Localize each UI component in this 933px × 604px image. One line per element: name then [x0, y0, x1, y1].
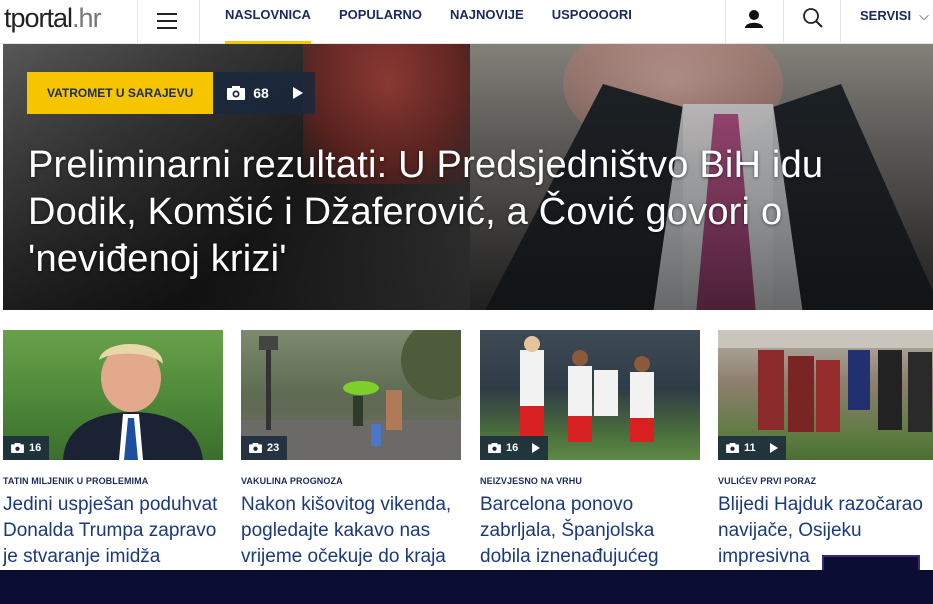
- site-header: tportal.hr NASLOVNICA POPULARNO NAJNOVIJ…: [0, 0, 933, 44]
- article-card[interactable]: 16 NEIZVJESNO NA VRHU Barcelona ponovo z…: [480, 330, 700, 570]
- article-thumbnail[interactable]: 16: [3, 330, 223, 460]
- logo-suffix: .hr: [72, 3, 101, 33]
- gallery-badge: 11: [718, 436, 786, 460]
- article-card[interactable]: 11 VULIĆEV PRVI PORAZ Blijedi Hajduk raz…: [718, 330, 933, 570]
- gallery-count: 16: [29, 442, 42, 454]
- article-kicker: NEIZVJESNO NA VRHU: [480, 476, 582, 486]
- gallery-badge: 23: [241, 436, 288, 460]
- chevron-down-icon: ⌵: [919, 8, 929, 23]
- play-icon: [292, 87, 303, 99]
- hero-tagbar: VATROMET U SARAJEVU 68: [27, 72, 315, 114]
- gallery-badge[interactable]: 68: [213, 72, 315, 114]
- article-card[interactable]: 23 VAKULINA PROGNOZA Nakon kišovitog vik…: [241, 330, 461, 570]
- bottom-banner[interactable]: [0, 570, 933, 604]
- menu-icon[interactable]: [157, 13, 177, 29]
- divider: [725, 0, 726, 44]
- nav-item-najnovije[interactable]: NAJNOVIJE: [450, 0, 524, 44]
- article-card[interactable]: 16 TATIN MILJENIK U PROBLEMIMA Jedini us…: [3, 330, 223, 570]
- article-kicker: VAKULINA PROGNOZA: [241, 476, 343, 486]
- nav-item-naslovnica[interactable]: NASLOVNICA: [225, 0, 311, 44]
- play-icon: [532, 443, 541, 453]
- article-thumbnail[interactable]: 23: [241, 330, 461, 460]
- servisi-menu[interactable]: SERVISI ⌵: [860, 8, 929, 24]
- camera-icon: [227, 86, 246, 100]
- article-headline[interactable]: Jedini uspješan poduhvat Donalda Trumpa …: [3, 492, 223, 570]
- camera-icon: [249, 443, 262, 453]
- gallery-count: 68: [253, 85, 269, 101]
- article-headline[interactable]: Barcelona ponovo zabrljala, Španjolska d…: [480, 492, 700, 570]
- divider: [840, 0, 841, 44]
- divider: [199, 0, 200, 44]
- logo-main: tportal: [4, 3, 73, 33]
- article-thumbnail[interactable]: 11: [718, 330, 933, 460]
- gallery-count: 16: [506, 442, 519, 454]
- article-kicker: VULIĆEV PRVI PORAZ: [718, 476, 817, 486]
- hero-tag[interactable]: VATROMET U SARAJEVU: [27, 72, 214, 114]
- hero-article[interactable]: VATROMET U SARAJEVU 68 Preliminarni rezu…: [3, 44, 933, 310]
- main-nav: NASLOVNICA POPULARNO NAJNOVIJE USPOOOORI: [225, 0, 660, 44]
- camera-icon: [488, 443, 501, 453]
- nav-item-popularno[interactable]: POPULARNO: [339, 0, 422, 44]
- gallery-count: 23: [267, 442, 280, 454]
- camera-icon: [11, 443, 24, 453]
- gallery-badge: 16: [3, 436, 50, 460]
- play-icon: [769, 443, 778, 453]
- divider: [783, 0, 784, 44]
- article-kicker: TATIN MILJENIK U PROBLEMIMA: [3, 476, 149, 486]
- divider: [137, 0, 138, 44]
- user-icon[interactable]: [743, 8, 765, 30]
- nav-item-uspooori[interactable]: USPOOOORI: [552, 0, 632, 44]
- gallery-count: 11: [744, 442, 756, 454]
- servisi-label: SERVISI: [860, 8, 912, 23]
- gallery-badge: 16: [480, 436, 549, 460]
- hero-title[interactable]: Preliminarni rezultati: U Predsjedništvo…: [28, 142, 908, 283]
- search-icon[interactable]: [802, 7, 824, 29]
- article-headline[interactable]: Nakon kišovitog vikenda, pogledajte kaka…: [241, 492, 461, 570]
- site-logo[interactable]: tportal.hr: [4, 3, 102, 34]
- article-thumbnail[interactable]: 16: [480, 330, 700, 460]
- camera-icon: [726, 443, 739, 453]
